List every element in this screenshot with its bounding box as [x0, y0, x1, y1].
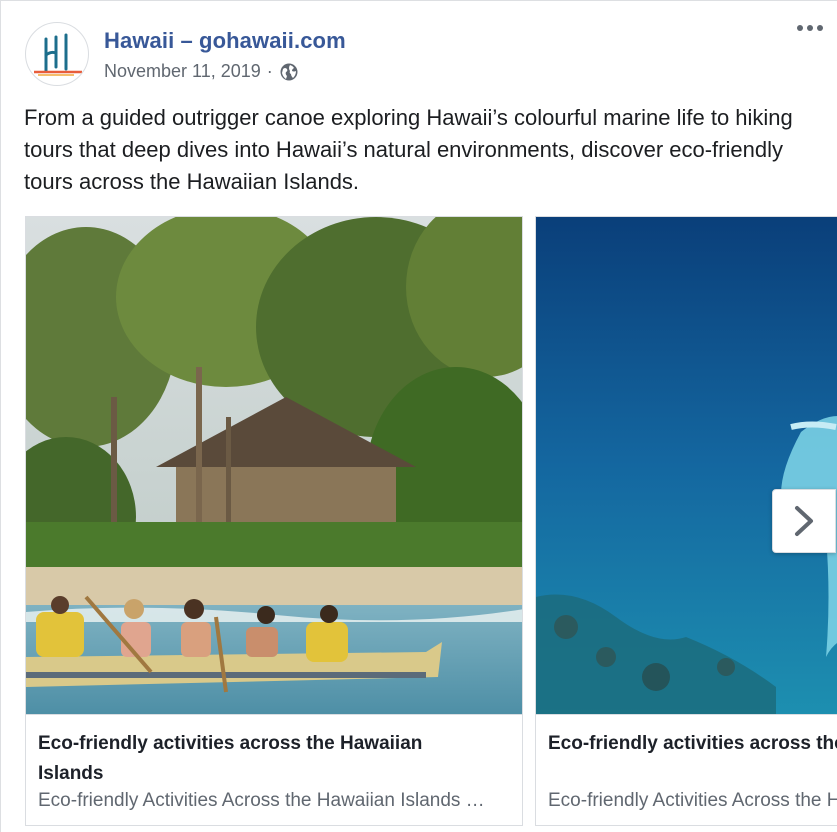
more-dot: [817, 25, 823, 31]
card-caption[interactable]: Eco-friendly activities across the Hawai…: [536, 714, 837, 825]
more-dot: [807, 25, 813, 31]
meta-separator: ·: [266, 61, 273, 81]
carousel-next-button[interactable]: [772, 489, 836, 553]
more-options-icon[interactable]: [797, 25, 823, 31]
card-title[interactable]: Eco-friendly activities across the Hawai…: [38, 729, 478, 789]
post-text: From a guided outrigger canoe exploring …: [24, 105, 793, 194]
card-subtitle: Eco-friendly Activities Across the Hawai…: [38, 790, 485, 811]
globe-icon[interactable]: [279, 62, 299, 82]
page-avatar[interactable]: [25, 22, 89, 86]
facebook-post: Hawaii – gohawaii.com November 11, 2019 …: [0, 0, 837, 832]
manta-ray-underwater-photo[interactable]: [536, 217, 837, 714]
page-name-link[interactable]: Hawaii – gohawaii.com: [104, 28, 346, 54]
outrigger-canoe-beach-photo[interactable]: [26, 217, 522, 714]
post-date[interactable]: November 11, 2019: [104, 61, 261, 82]
hawaii-logo-icon: [34, 33, 82, 76]
card-subtitle: Eco-friendly Activities Across the Hawai…: [548, 790, 837, 811]
post-meta: November 11, 2019 ·: [104, 61, 299, 82]
card-caption[interactable]: Eco-friendly activities across the Hawai…: [26, 714, 522, 825]
more-dot: [797, 25, 803, 31]
carousel-card[interactable]: Eco-friendly activities across the Hawai…: [25, 216, 523, 826]
card-title[interactable]: Eco-friendly activities across the Hawai…: [548, 729, 837, 759]
chevron-right-icon: [795, 506, 813, 536]
